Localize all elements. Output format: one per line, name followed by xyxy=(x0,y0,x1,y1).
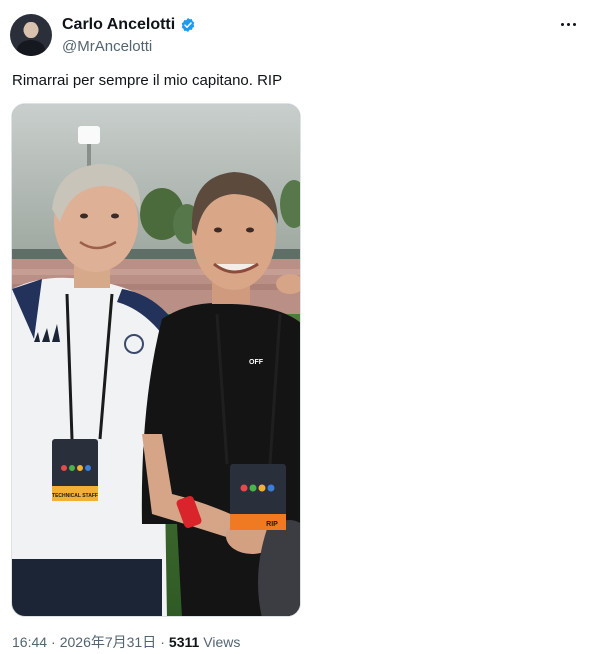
badge-dot xyxy=(258,484,266,492)
shirt-text: OFF xyxy=(249,359,264,366)
more-options-icon[interactable] xyxy=(556,14,580,34)
right-badge-text: RIP xyxy=(266,521,278,528)
badge-dot xyxy=(77,465,83,471)
dot-icon xyxy=(560,22,564,26)
badge-dot xyxy=(249,484,257,492)
tweet-header: Carlo Ancelotti @MrAncelotti xyxy=(10,14,590,58)
left-badge-text: TECHNICAL STAFF xyxy=(52,493,98,499)
avatar-face xyxy=(24,22,38,38)
left-man-eye xyxy=(80,213,88,219)
profile-avatar[interactable] xyxy=(10,14,52,56)
display-name[interactable]: Carlo Ancelotti xyxy=(62,16,175,34)
badge-dot xyxy=(267,484,275,492)
views-count: 5311 xyxy=(168,634,200,650)
badge-dot xyxy=(240,484,248,492)
name-row: Carlo Ancelotti xyxy=(62,16,196,34)
views-label: Views xyxy=(203,634,241,650)
dot-icon xyxy=(572,22,576,26)
meta-separator: · xyxy=(51,634,56,650)
badge-dot xyxy=(85,465,91,471)
badge-dot xyxy=(69,465,75,471)
left-man-eye xyxy=(111,213,119,219)
right-man-eye xyxy=(214,227,222,233)
tweet-text: Rimarrai per sempre il mio capitano. RIP xyxy=(12,72,283,89)
tweet-date[interactable]: 2026年7月31日 xyxy=(60,632,157,652)
left-man-pants xyxy=(12,559,162,616)
user-handle[interactable]: @MrAncelotti xyxy=(62,38,152,55)
right-man-eye xyxy=(246,227,254,233)
dot-icon xyxy=(566,22,570,26)
tweet-meta: 16:44 · 2026年7月31日 · 5311 Views xyxy=(12,632,240,652)
floodlight xyxy=(78,126,100,144)
meta-separator: · xyxy=(160,634,165,650)
avatar-shoulders xyxy=(17,40,45,56)
floodlight-pole xyxy=(87,144,91,168)
photo-illustration: TECHNICAL STAFF OFF RIP xyxy=(12,104,300,616)
verified-badge-icon xyxy=(181,18,195,32)
tweet-photo[interactable]: TECHNICAL STAFF OFF RIP xyxy=(11,103,301,617)
badge-dot xyxy=(61,465,67,471)
tweet-time[interactable]: 16:44 xyxy=(12,634,47,650)
